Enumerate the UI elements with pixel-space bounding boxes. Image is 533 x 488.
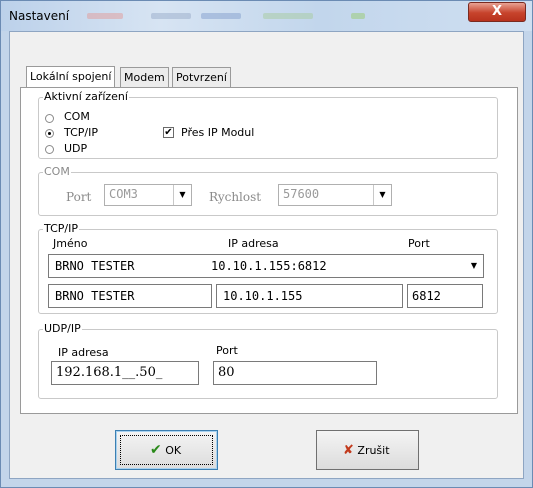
- chevron-down-icon[interactable]: ▼: [465, 255, 483, 277]
- tcpip-ip-header: IP adresa: [228, 237, 279, 250]
- radio-com[interactable]: [45, 114, 54, 123]
- com-port-label: Port: [66, 190, 92, 204]
- chevron-down-icon[interactable]: ▼: [373, 185, 391, 205]
- close-icon: X: [491, 4, 503, 19]
- ip-module-label: Přes IP Modul: [181, 126, 255, 139]
- tcpip-port-header: Port: [408, 237, 430, 250]
- radio-udp[interactable]: [45, 145, 54, 154]
- tcpip-port-input[interactable]: 6812: [407, 284, 483, 308]
- udpip-ip-input[interactable]: 192.168.1__.50_: [51, 361, 199, 385]
- window-title: Nastavení: [9, 9, 70, 23]
- radio-tcpip-label: TCP/IP: [64, 126, 98, 139]
- tcpip-name-header: Jméno: [53, 237, 88, 250]
- chevron-down-icon[interactable]: ▼: [173, 185, 191, 205]
- group-label: TCP/IP: [43, 222, 79, 235]
- x-mark-icon: ✘: [343, 443, 354, 458]
- title-bar[interactable]: Nastavení X: [1, 1, 532, 31]
- ip-module-checkbox[interactable]: ✔: [163, 127, 174, 138]
- radio-udp-label: UDP: [64, 142, 88, 155]
- tcpip-ip-input[interactable]: 10.10.1.155: [216, 284, 403, 308]
- tcpip-name-input[interactable]: BRNO TESTER: [48, 284, 212, 308]
- com-port-value: COM3: [109, 187, 138, 201]
- ok-button[interactable]: ✔ OK: [115, 430, 218, 470]
- group-label: UDP/IP: [43, 322, 82, 335]
- tab-label: Potvrzení: [176, 71, 227, 84]
- active-device-group: Aktivní zařízení: [38, 90, 498, 159]
- group-label: Aktivní zařízení: [43, 90, 129, 103]
- tab-label: Lokální spojení: [30, 70, 112, 83]
- com-speed-value: 57600: [283, 187, 320, 201]
- group-label: COM: [43, 165, 71, 178]
- tcpip-connection-select[interactable]: BRNO TESTER 10.10.1.155:6812 ▼: [48, 254, 484, 278]
- tcpip-combo-address: 10.10.1.155:6812: [211, 259, 327, 273]
- radio-tcpip[interactable]: [45, 129, 54, 138]
- com-speed-label: Rychlost: [209, 190, 262, 204]
- radio-com-label: COM: [64, 110, 90, 123]
- tab-label: Modem: [124, 71, 165, 84]
- udpip-ip-label: IP adresa: [58, 346, 109, 359]
- close-button[interactable]: X: [468, 2, 526, 22]
- ok-label: OK: [165, 444, 182, 457]
- com-port-select[interactable]: COM3 ▼: [104, 184, 192, 206]
- com-speed-select[interactable]: 57600 ▼: [278, 184, 392, 206]
- cancel-label: Zrušit: [357, 444, 390, 457]
- udpip-port-input[interactable]: 80: [213, 361, 377, 385]
- tab-modem[interactable]: Modem: [120, 67, 169, 87]
- cancel-button[interactable]: ✘ Zrušit: [316, 430, 419, 470]
- tab-potvrzeni[interactable]: Potvrzení: [172, 67, 231, 87]
- checkmark-icon: ✔: [164, 127, 173, 138]
- check-icon: ✔: [150, 442, 162, 458]
- tab-lokalni-spojeni[interactable]: Lokální spojení: [26, 66, 116, 87]
- udpip-port-label: Port: [216, 344, 238, 357]
- tcpip-combo-name: BRNO TESTER: [55, 259, 135, 273]
